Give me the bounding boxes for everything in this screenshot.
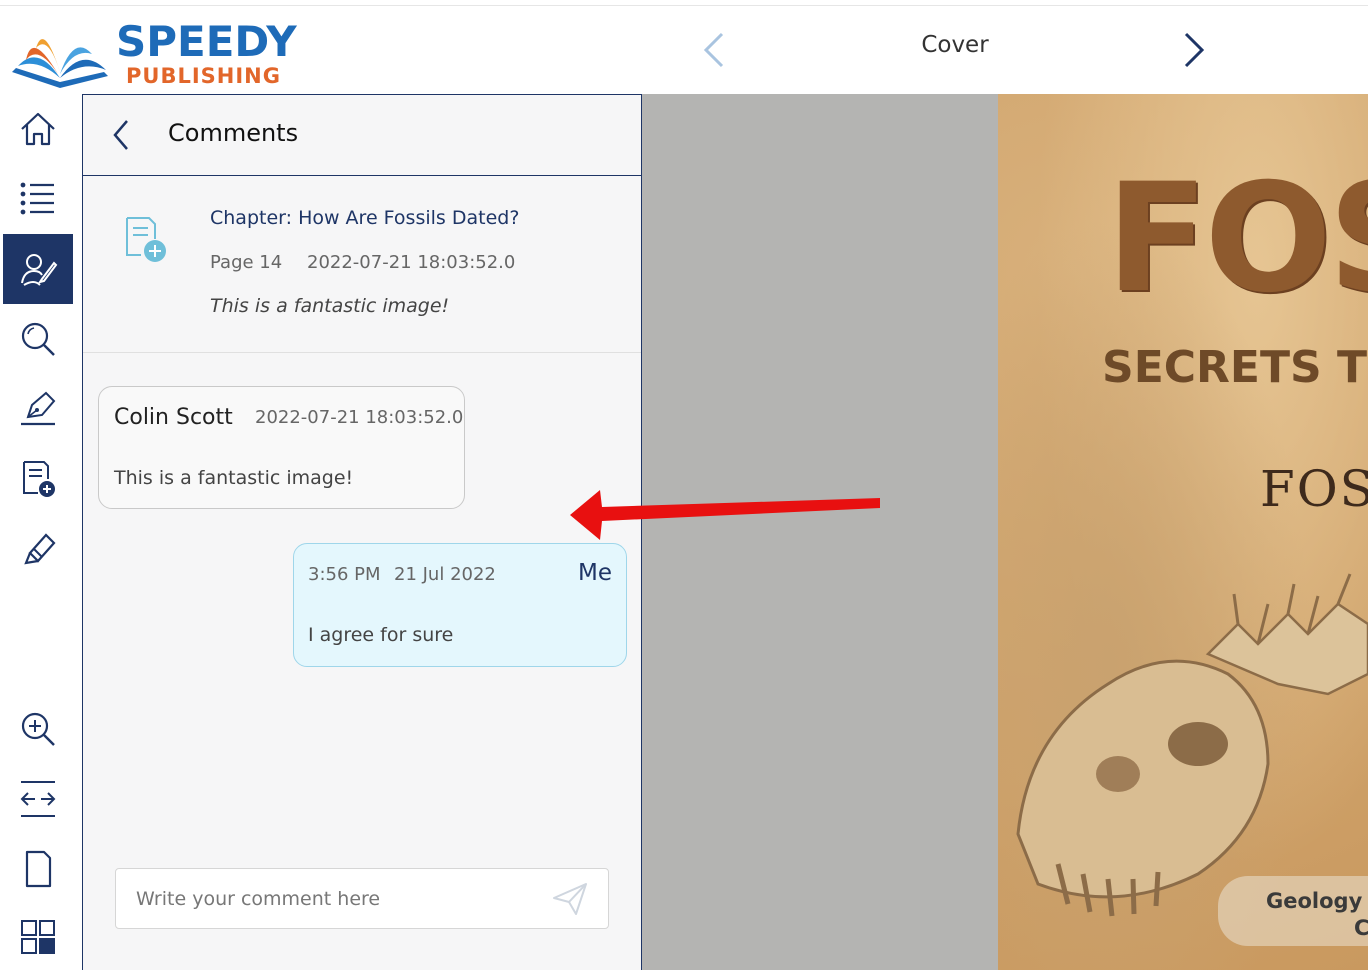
- reference-text: This is a fantastic image!: [210, 295, 450, 317]
- current-page-label: Cover: [921, 32, 989, 58]
- table-of-contents-button[interactable]: [3, 164, 73, 234]
- brand-name: SPEEDY: [116, 17, 297, 66]
- chevron-right-icon: [1184, 32, 1205, 68]
- zoom-in-icon: [21, 712, 55, 746]
- highlight-button[interactable]: [3, 514, 73, 584]
- tool-rail: [0, 94, 82, 970]
- home-button[interactable]: [3, 94, 73, 164]
- chevron-left-icon: [113, 120, 128, 150]
- comment-input[interactable]: [116, 869, 536, 928]
- reference-chapter[interactable]: Chapter: How Are Fossils Dated?: [210, 207, 519, 229]
- annotate-pen-icon: [21, 391, 56, 426]
- comment-bubble-incoming: Colin Scott 2022-07-21 18:03:52.0 This i…: [98, 386, 465, 509]
- chevron-left-icon: [703, 32, 724, 68]
- search-button[interactable]: [3, 304, 73, 374]
- annotate-button[interactable]: [3, 374, 73, 444]
- previous-page-button[interactable]: [696, 30, 732, 70]
- comment-text: I agree for sure: [308, 624, 454, 646]
- fit-width-button[interactable]: [3, 764, 73, 834]
- brand-subname: PUBLISHING: [126, 64, 281, 88]
- reference-datetime: 2022-07-21 18:03:52.0: [307, 252, 516, 273]
- fit-width-icon: [20, 781, 56, 817]
- comment-time: 3:56 PM: [308, 564, 381, 585]
- search-icon: [21, 322, 55, 356]
- comments-button[interactable]: [3, 234, 73, 304]
- highlighter-icon: [24, 533, 56, 565]
- single-page-icon: [25, 850, 52, 888]
- cover-footer-line1: Geology f: [1266, 889, 1368, 913]
- comment-author: Me: [578, 560, 612, 586]
- comments-icon: [21, 254, 58, 286]
- book-logo-icon: [12, 39, 108, 88]
- comment-date: 21 Jul 2022: [394, 564, 496, 585]
- home-icon: [21, 112, 55, 146]
- red-arrow-annotation: [570, 490, 880, 540]
- cover-footer-line2: C: [1354, 916, 1368, 940]
- comment-datetime: 2022-07-21 18:03:52.0: [255, 407, 464, 428]
- comment-bubble-outgoing: 3:56 PM 21 Jul 2022 Me I agree for sure: [293, 543, 627, 667]
- brand-logo[interactable]: SPEEDY PUBLISHING: [8, 14, 318, 94]
- thumbnails-button[interactable]: [3, 902, 73, 970]
- thumbnails-icon: [21, 920, 55, 954]
- next-page-button[interactable]: [1176, 30, 1212, 70]
- send-icon: [553, 883, 587, 915]
- toc-icon: [20, 182, 54, 215]
- cover-title: FOS: [1106, 152, 1368, 326]
- book-cover-page[interactable]: FOS SECRETS TO FOSS Geology f C: [998, 94, 1368, 970]
- comments-panel-header: Comments: [83, 95, 641, 176]
- back-button[interactable]: [105, 115, 141, 155]
- comment-composer: [115, 868, 609, 929]
- zoom-in-button[interactable]: [3, 694, 73, 764]
- note-icon: [126, 217, 166, 262]
- reference-page: Page 14: [210, 252, 283, 273]
- comments-panel: Comments Chapter: How Are Fossils Dated?…: [82, 94, 642, 970]
- comment-reference-card[interactable]: Chapter: How Are Fossils Dated? Page 14 …: [83, 177, 641, 353]
- comment-text: This is a fantastic image!: [114, 467, 354, 489]
- panel-title: Comments: [168, 119, 299, 147]
- add-note-icon: [23, 461, 55, 497]
- cover-title-serif: FOSS: [1260, 460, 1368, 518]
- cover-subtitle: SECRETS TO: [1102, 342, 1368, 393]
- single-page-button[interactable]: [3, 834, 73, 904]
- comment-author: Colin Scott: [114, 405, 233, 430]
- app-header: SPEEDY PUBLISHING Cover: [0, 6, 1368, 94]
- add-note-button[interactable]: [3, 444, 73, 514]
- send-button[interactable]: [550, 881, 590, 917]
